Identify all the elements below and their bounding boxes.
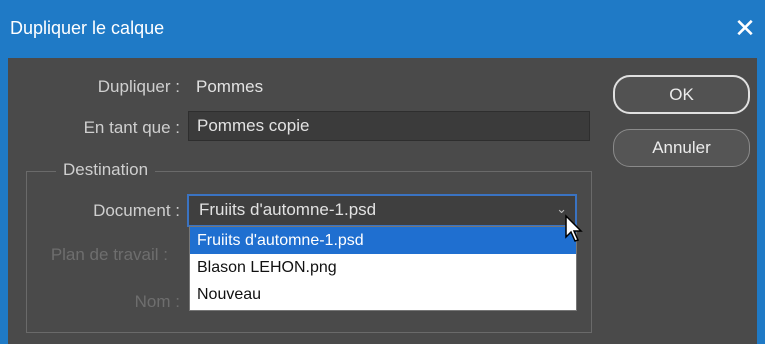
destination-legend: Destination bbox=[56, 160, 156, 180]
artboard-label: Plan de travail : bbox=[50, 245, 168, 264]
document-label: Document : bbox=[93, 201, 180, 220]
name-label: Nom : bbox=[134, 292, 180, 311]
mouse-pointer-icon bbox=[565, 214, 583, 242]
dropdown-option-blason[interactable]: Blason LEHON.png bbox=[190, 254, 576, 281]
cancel-button[interactable]: Annuler bbox=[613, 129, 750, 167]
ok-button[interactable]: OK bbox=[613, 75, 750, 114]
window-border-right bbox=[757, 58, 765, 344]
duplicate-label: Dupliquer : bbox=[97, 77, 180, 96]
as-name-input[interactable]: Pommes copie bbox=[188, 111, 590, 141]
close-icon[interactable]: ✕ bbox=[731, 14, 759, 42]
duplicate-value: Pommes bbox=[196, 77, 264, 96]
as-label: En tant que : bbox=[83, 118, 180, 137]
dialog-title: Dupliquer le calque bbox=[10, 18, 165, 38]
document-select-value: Fruiits d'automne-1.psd bbox=[199, 200, 377, 219]
dropdown-option-nouveau[interactable]: Nouveau bbox=[190, 281, 576, 308]
document-dropdown-list: Fruiits d'automne-1.psd Blason LEHON.png… bbox=[189, 226, 577, 311]
window-border-left bbox=[0, 58, 8, 344]
document-select[interactable]: Fruiits d'automne-1.psd ⌄ bbox=[187, 194, 577, 227]
dropdown-option-fruits[interactable]: Fruiits d'automne-1.psd bbox=[190, 227, 576, 254]
title-bar: Dupliquer le calque ✕ bbox=[0, 0, 765, 58]
